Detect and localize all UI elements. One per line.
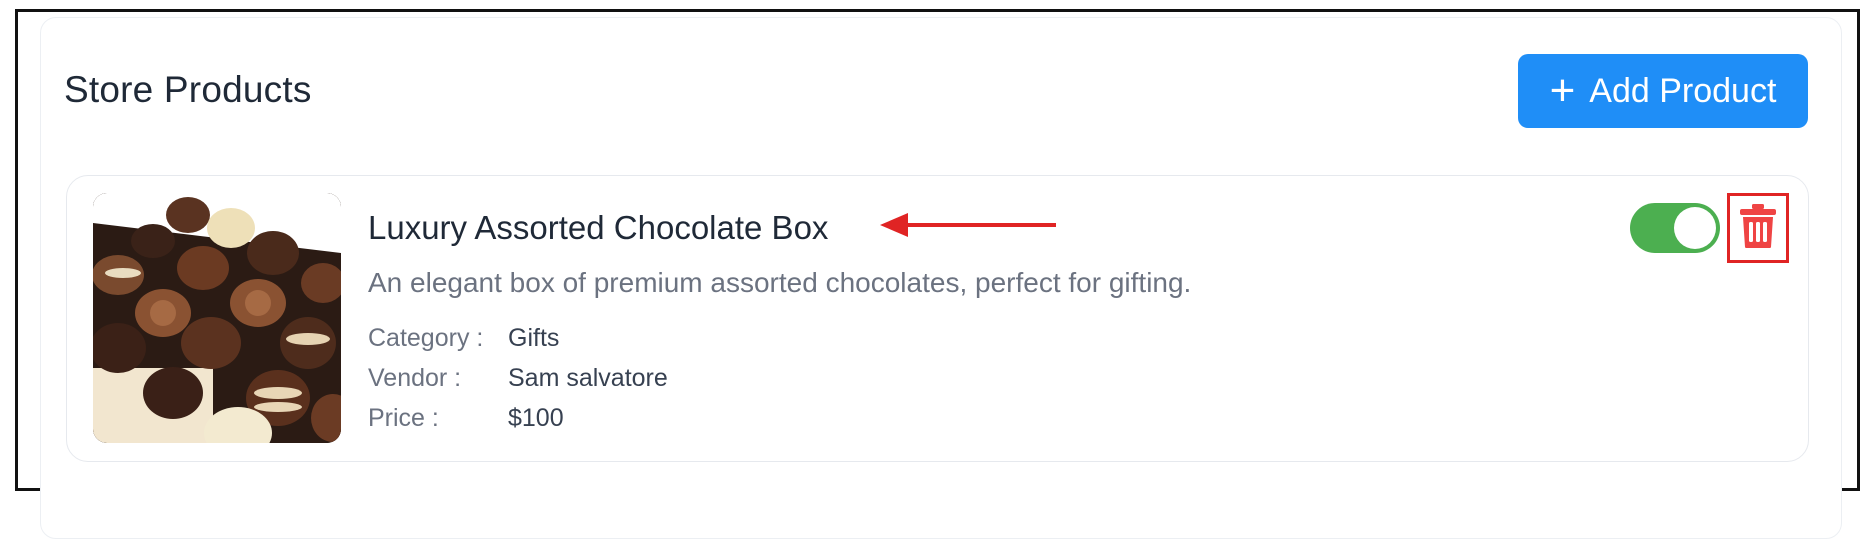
delete-button[interactable] — [1727, 193, 1789, 263]
product-name: Luxury Assorted Chocolate Box — [368, 209, 829, 246]
category-label: Category : — [368, 324, 484, 352]
product-description: An elegant box of premium assorted choco… — [368, 267, 1192, 298]
toggle-knob — [1674, 207, 1716, 249]
add-product-button[interactable]: + Add Product — [1518, 54, 1808, 128]
vendor-label: Vendor : — [368, 364, 462, 392]
page-title: Store Products — [64, 69, 312, 110]
price-row: Price : $100 — [368, 404, 564, 433]
trash-icon — [1739, 203, 1777, 254]
category-row: Category : Gifts — [368, 324, 559, 353]
red-arrow-icon — [880, 210, 1060, 245]
category-value: Gifts — [508, 324, 560, 352]
product-image[interactable] — [93, 193, 341, 443]
add-product-label: Add Product — [1589, 71, 1777, 110]
active-toggle[interactable] — [1630, 203, 1720, 253]
price-label: Price : — [368, 404, 439, 432]
vendor-row: Vendor : Sam salvatore — [368, 364, 668, 393]
vendor-value: Sam salvatore — [508, 364, 668, 392]
price-value: $100 — [508, 404, 564, 432]
plus-icon: + — [1549, 66, 1576, 115]
